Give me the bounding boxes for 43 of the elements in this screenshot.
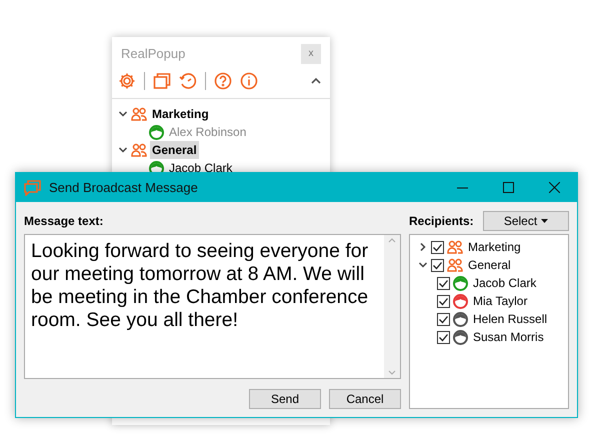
checkbox[interactable] — [431, 258, 444, 272]
close-icon — [548, 182, 560, 193]
tree-item-label[interactable]: General — [150, 141, 199, 159]
collapse-icon[interactable] — [418, 260, 428, 270]
caret-icon — [541, 219, 548, 223]
checkbox[interactable] — [437, 312, 450, 326]
window-title: RealPopup — [121, 45, 186, 63]
checkbox[interactable] — [437, 294, 450, 308]
tree-item-label[interactable]: Susan Morris — [471, 328, 546, 346]
message-label: Message text: — [24, 213, 104, 230]
dialog-button[interactable]: Send — [249, 389, 321, 409]
select-button[interactable]: Select — [483, 211, 569, 231]
tree-item-label[interactable]: Alex Robinson — [167, 123, 248, 141]
message-field[interactable]: Looking forward to seeing everyone for our meeting tomorrow at 8 AM. We will be meeting in the Chamber conference room. See you all there! — [24, 234, 401, 379]
checkbox[interactable] — [431, 240, 444, 254]
settings-icon[interactable] — [118, 72, 136, 90]
checkbox[interactable] — [437, 276, 450, 290]
expand-icon[interactable] — [418, 242, 428, 252]
checkbox[interactable] — [437, 330, 450, 344]
tree-item-label[interactable]: Mia Taylor — [471, 292, 530, 310]
group-icon — [447, 240, 463, 254]
tree-item-label[interactable]: Helen Russell — [471, 310, 550, 328]
group-icon — [131, 107, 147, 121]
tree-item-label[interactable]: Marketing — [466, 238, 523, 256]
tree-item-label[interactable]: General — [466, 256, 513, 274]
collapse-icon[interactable] — [118, 109, 128, 119]
collapse-icon[interactable] — [311, 77, 321, 85]
tree-item-label[interactable]: Marketing — [150, 105, 211, 123]
maximize-icon — [502, 182, 514, 193]
close-button[interactable]: x — [301, 44, 321, 64]
group-icon — [131, 143, 147, 157]
info-icon[interactable] — [240, 72, 258, 90]
tree-item-label[interactable]: Jacob Clark — [471, 274, 538, 292]
history-icon[interactable] — [179, 72, 197, 90]
window-icon[interactable] — [153, 72, 171, 90]
dialog-button[interactable]: Cancel — [329, 389, 401, 409]
window-title: Send Broadcast Message — [49, 178, 198, 197]
chat-icon — [24, 180, 41, 196]
group-icon — [447, 258, 463, 272]
collapse-icon[interactable] — [118, 145, 128, 155]
recipients-label: Recipients: — [409, 213, 474, 230]
help-icon[interactable] — [214, 72, 232, 90]
minimize-icon — [456, 186, 468, 188]
